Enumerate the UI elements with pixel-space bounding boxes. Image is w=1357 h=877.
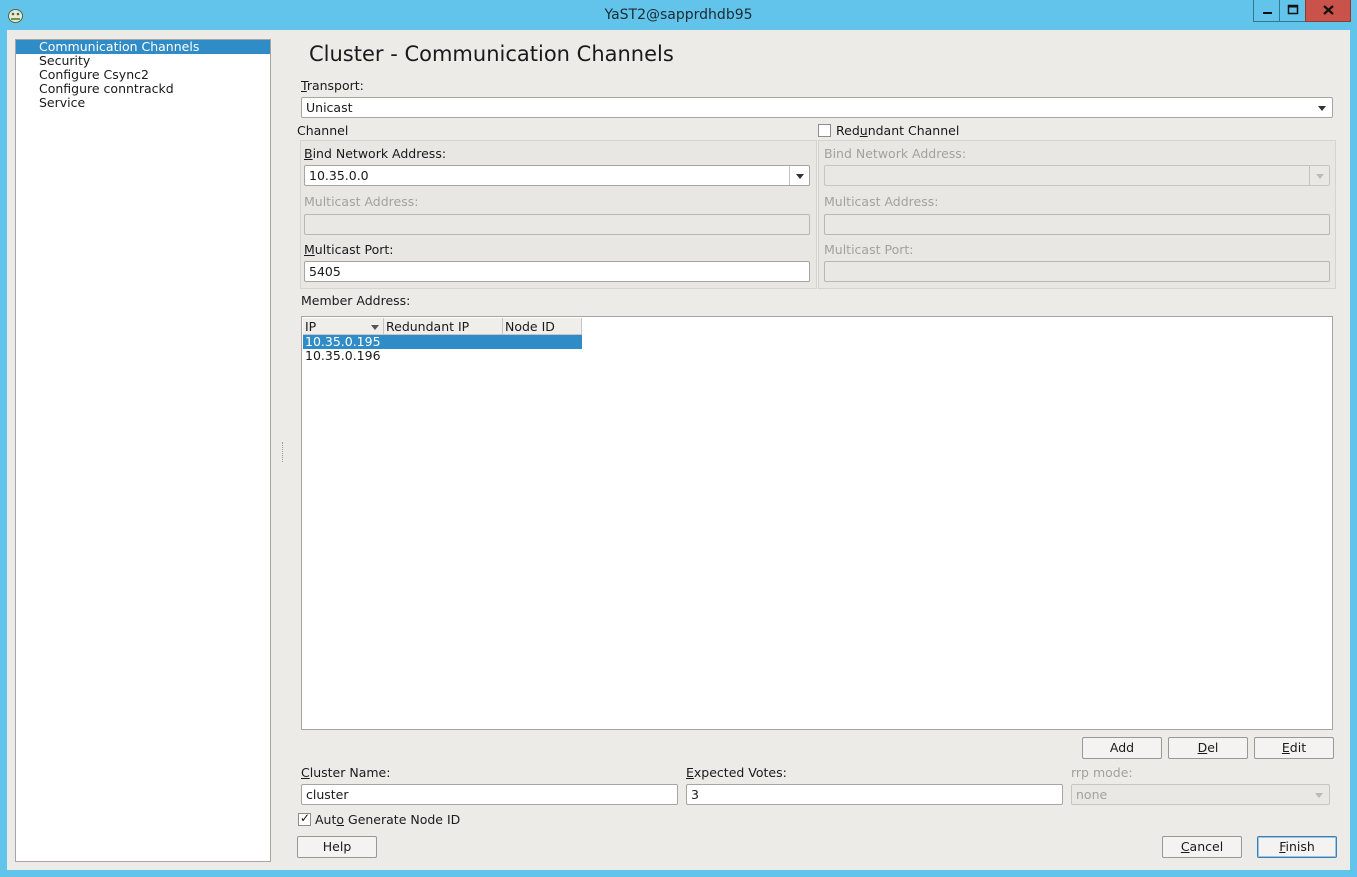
cell-ip: 10.35.0.195: [305, 335, 381, 349]
member-address-label: Member Address:: [301, 293, 411, 308]
rrp-mode-select: none: [1071, 784, 1330, 805]
cell-node-id: [503, 335, 582, 349]
window-controls: [1253, 0, 1351, 22]
tree-item-csync2[interactable]: Configure Csync2: [16, 68, 270, 82]
close-icon: [1323, 5, 1334, 15]
chevron-down-icon[interactable]: [789, 166, 809, 185]
transport-label: Transport:: [301, 78, 364, 93]
transport-select[interactable]: Unicast: [301, 97, 1333, 118]
multicast-port-label: Multicast Port:: [304, 242, 394, 257]
transport-value: Unicast: [306, 100, 353, 115]
multicast-address-label: Multicast Address:: [304, 194, 419, 209]
rrp-mode-label: rrp mode:: [1071, 765, 1133, 780]
channel-group-label: Channel: [297, 123, 349, 138]
column-header-node-id[interactable]: Node ID: [503, 318, 582, 335]
cell-redundant-ip: [384, 335, 503, 349]
chevron-down-icon: [1312, 98, 1332, 117]
table-row[interactable]: 10.35.0.195: [303, 335, 582, 349]
pane-splitter[interactable]: [282, 442, 283, 462]
minimize-button[interactable]: [1253, 0, 1280, 22]
sort-down-icon: [371, 325, 379, 330]
redundant-multicast-port-label: Multicast Port:: [824, 242, 914, 257]
table-row[interactable]: 10.35.0.196: [303, 349, 582, 363]
expected-votes-field[interactable]: 3: [686, 784, 1063, 805]
finish-button[interactable]: Finish: [1257, 836, 1337, 858]
redundant-multicast-address-field: [824, 214, 1330, 235]
table-header: IP Redundant IP Node ID: [303, 318, 582, 335]
delete-member-button[interactable]: Del: [1168, 737, 1248, 759]
cluster-name-label: Cluster Name:: [301, 765, 391, 780]
chevron-down-icon: [1309, 166, 1329, 185]
tree-item-conntrackd[interactable]: Configure conntrackd: [16, 82, 270, 96]
member-address-table[interactable]: IP Redundant IP Node ID 10.35.0.195 10.3…: [301, 316, 1333, 730]
help-button[interactable]: Help: [297, 836, 377, 858]
multicast-address-field: [304, 214, 810, 235]
redundant-multicast-address-label: Multicast Address:: [824, 194, 939, 209]
add-member-button[interactable]: Add: [1082, 737, 1162, 759]
cell-redundant-ip: [384, 349, 503, 363]
redundant-multicast-port-field: [824, 261, 1330, 282]
bind-address-combo[interactable]: 10.35.0.0: [304, 165, 810, 186]
maximize-button[interactable]: [1279, 0, 1306, 22]
bind-address-value: 10.35.0.0: [309, 168, 369, 183]
rrp-mode-value: none: [1076, 787, 1108, 802]
cell-ip: 10.35.0.196: [305, 349, 381, 363]
expected-votes-label: Expected Votes:: [686, 765, 787, 780]
redundant-bind-address-combo: [824, 165, 1330, 186]
maximize-icon: [1287, 4, 1299, 15]
auto-node-id-label[interactable]: Auto Generate Node ID: [315, 812, 460, 827]
yast-window: YaST2@sapprdhdb95 Communication Channels…: [0, 0, 1357, 877]
tree-item-security[interactable]: Security: [16, 54, 270, 68]
cancel-button[interactable]: Cancel: [1162, 836, 1242, 858]
bind-address-label: Bind Network Address:: [304, 146, 447, 161]
section-tree[interactable]: Communication Channels Security Configur…: [15, 39, 271, 862]
multicast-port-field[interactable]: 5405: [304, 261, 810, 282]
cluster-name-field[interactable]: cluster: [301, 784, 678, 805]
window-title: YaST2@sapprdhdb95: [604, 7, 753, 23]
dialog-body: Communication Channels Security Configur…: [7, 30, 1350, 870]
cell-node-id: [503, 349, 582, 363]
chevron-down-icon: [1309, 785, 1329, 804]
redundant-channel-checkbox[interactable]: [818, 124, 831, 137]
redundant-bind-address-label: Bind Network Address:: [824, 146, 967, 161]
redundant-channel-label[interactable]: Redundant Channel: [836, 123, 959, 138]
tree-item-communication-channels[interactable]: Communication Channels: [16, 40, 270, 54]
auto-node-id-checkbox[interactable]: [298, 811, 311, 826]
column-header-ip[interactable]: IP: [303, 318, 384, 335]
minimize-icon: [1263, 12, 1272, 14]
column-header-redundant-ip[interactable]: Redundant IP: [384, 318, 503, 335]
edit-member-button[interactable]: Edit: [1254, 737, 1334, 759]
close-button[interactable]: [1305, 0, 1351, 22]
tree-item-service[interactable]: Service: [16, 96, 270, 110]
title-bar[interactable]: YaST2@sapprdhdb95: [0, 0, 1357, 30]
page-title: Cluster - Communication Channels: [309, 42, 674, 66]
